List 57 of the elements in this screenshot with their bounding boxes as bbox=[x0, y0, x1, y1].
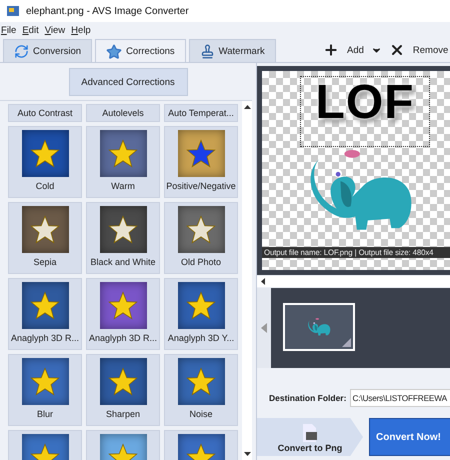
scroll-up-icon[interactable] bbox=[244, 105, 250, 109]
remove-button[interactable]: Remove bbox=[386, 42, 450, 58]
star-icon bbox=[186, 139, 216, 168]
star-icon bbox=[106, 44, 122, 60]
effect-tile[interactable]: Cold bbox=[8, 126, 82, 198]
advanced-corrections-button[interactable]: Advanced Corrections bbox=[68, 68, 188, 96]
effect-tile[interactable]: Anaglyph 3D Y... bbox=[164, 278, 238, 350]
auto-correction-button[interactable]: Auto Contrast bbox=[8, 104, 82, 122]
star-icon bbox=[30, 291, 60, 320]
star-icon bbox=[30, 215, 60, 244]
star-icon bbox=[108, 367, 138, 396]
effect-tile[interactable]: Noise bbox=[164, 354, 238, 426]
destination-label: Destination Folder: bbox=[269, 393, 346, 403]
effect-tile[interactable]: Old Photo bbox=[164, 202, 238, 274]
image-thumbnail[interactable] bbox=[283, 303, 355, 351]
menu-item[interactable]: File bbox=[1, 24, 16, 36]
stamp-icon bbox=[200, 44, 215, 58]
elephant-drawing bbox=[307, 318, 331, 336]
menu-item[interactable]: View bbox=[44, 24, 66, 36]
effect-tile[interactable]: Sepia bbox=[8, 202, 82, 274]
horizontal-scrollbar[interactable] bbox=[257, 276, 450, 287]
convert-format-button[interactable]: Convert to Png bbox=[257, 418, 363, 456]
tab[interactable]: Watermark bbox=[188, 39, 276, 62]
star-icon bbox=[186, 367, 216, 396]
effect-tile[interactable]: Anaglyph 3D R... bbox=[8, 278, 82, 350]
app-icon bbox=[6, 4, 20, 18]
add-button[interactable]: Add bbox=[321, 42, 366, 58]
refresh-icon bbox=[14, 44, 29, 58]
plus-icon bbox=[323, 42, 339, 58]
logo-text: LOF bbox=[316, 79, 414, 127]
star-icon bbox=[30, 367, 60, 396]
effect-tile[interactable]: Black and White bbox=[86, 202, 160, 274]
tab[interactable]: Corrections bbox=[95, 39, 186, 63]
menu-item[interactable]: Edit bbox=[22, 24, 39, 36]
destination-field[interactable]: C:\Users\LISTOFFREEWA bbox=[350, 389, 450, 407]
effect-tile[interactable]: Blur bbox=[8, 354, 82, 426]
menu-item[interactable]: Help bbox=[71, 24, 91, 36]
convert-now-button[interactable]: Convert Now! bbox=[369, 418, 450, 456]
effect-tile[interactable]: Warm bbox=[86, 126, 160, 198]
star-icon bbox=[186, 291, 216, 320]
effect-tile[interactable]: Sharpen bbox=[86, 354, 160, 426]
auto-correction-button[interactable]: Autolevels bbox=[86, 104, 160, 122]
star-icon bbox=[108, 215, 138, 244]
star-icon bbox=[186, 215, 216, 244]
star-icon bbox=[108, 291, 138, 320]
corner-fold-icon bbox=[342, 338, 351, 347]
window-title: elephant.png - AVS Image Converter bbox=[26, 6, 189, 16]
effect-tile[interactable]: Positive/Negative bbox=[164, 126, 238, 198]
star-icon bbox=[108, 139, 138, 168]
selection-frame[interactable]: LOF bbox=[300, 76, 430, 147]
scroll-left-icon[interactable] bbox=[261, 278, 265, 285]
star-icon bbox=[30, 139, 60, 168]
scroll-down-icon[interactable] bbox=[244, 452, 250, 456]
tab[interactable]: Conversion bbox=[3, 39, 92, 62]
document-icon bbox=[302, 424, 318, 442]
effect-tile[interactable]: Anaglyph 3D R... bbox=[86, 278, 160, 350]
auto-correction-button[interactable]: Auto Temperat... bbox=[164, 104, 238, 122]
